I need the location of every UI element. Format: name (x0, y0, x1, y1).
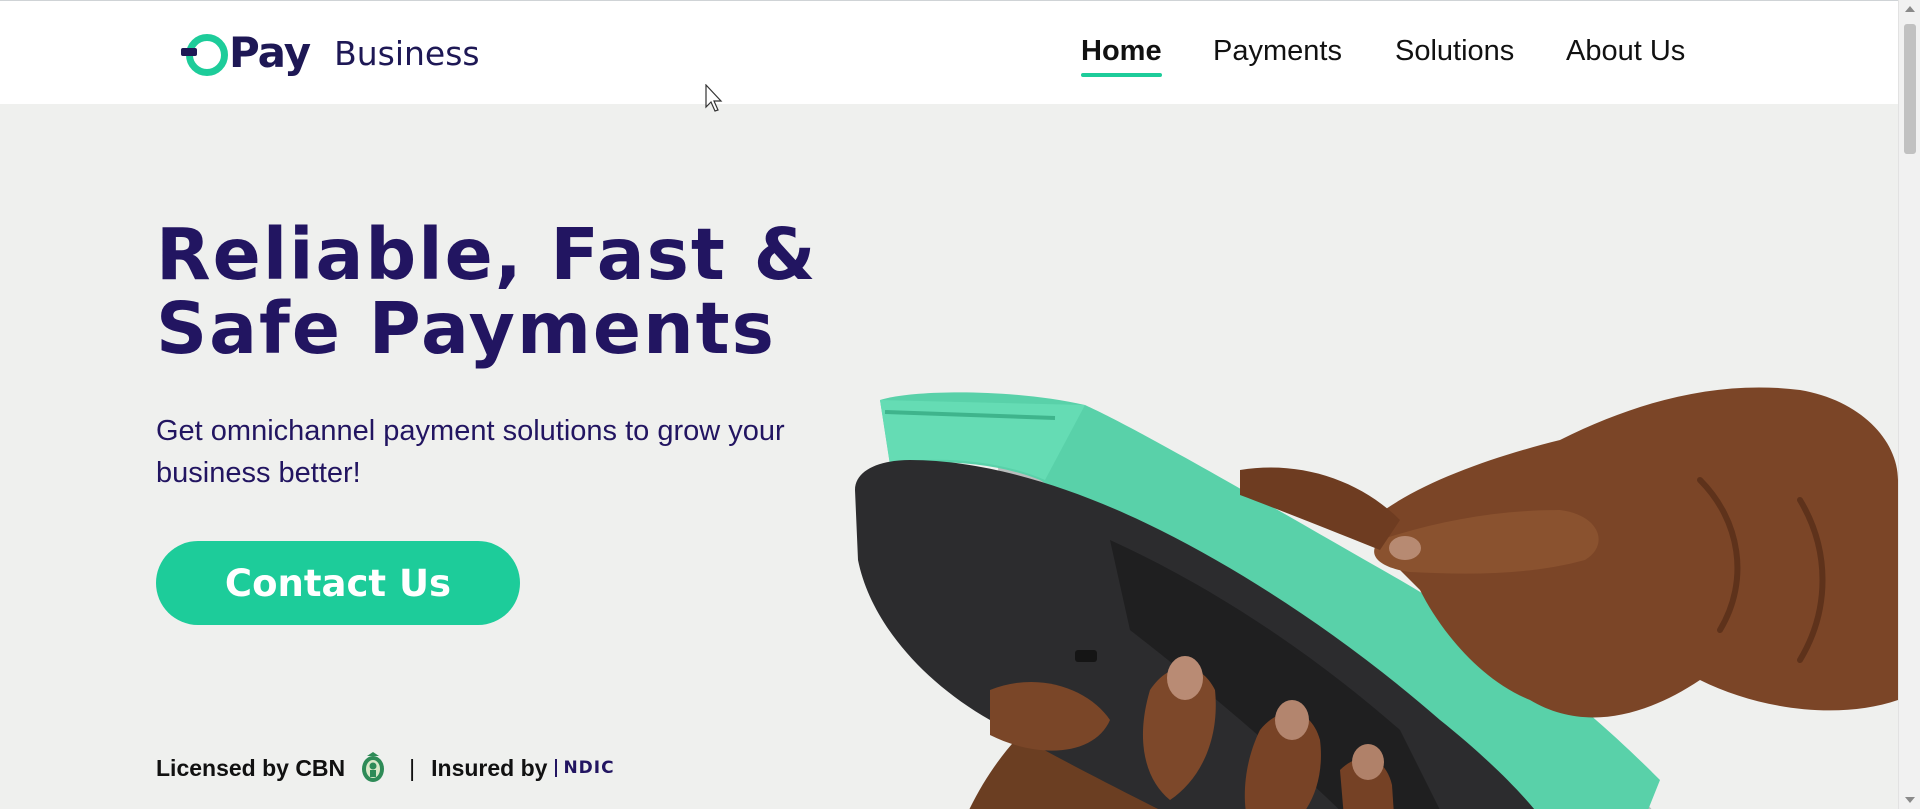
mouse-cursor-icon (705, 84, 723, 112)
page-scrollbar[interactable] (1898, 0, 1920, 809)
scroll-up-arrow-icon[interactable] (1905, 6, 1915, 12)
scrollbar-thumb[interactable] (1904, 24, 1916, 154)
opay-logo-icon (181, 31, 228, 76)
license-separator: | (409, 754, 416, 781)
hero-title: Reliable, Fast & Safe Payments (156, 218, 818, 366)
pos-terminal-hands-image (855, 387, 1898, 809)
cbn-seal-icon (362, 752, 385, 782)
nav-item-payments-label: Payments (1213, 35, 1342, 67)
nav-item-home-label: Home (1081, 35, 1162, 67)
nav-item-solutions-label: Solutions (1395, 35, 1515, 67)
nav-item-home[interactable]: Home (1081, 34, 1162, 77)
nav-active-underline (1081, 72, 1162, 77)
insured-by-text: Insured by (431, 754, 548, 781)
nav-item-about-us-label: About Us (1566, 35, 1686, 67)
nav-item-solutions[interactable]: Solutions (1395, 34, 1514, 69)
hero-title-line-2: Safe Payments (156, 287, 776, 370)
top-navigation-bar: Pay Business Home Payments Solutions Abo… (0, 0, 1898, 104)
ndic-logo-text: NDIC (563, 758, 615, 778)
hero-subtitle: Get omnichannel payment solutions to gro… (156, 415, 785, 489)
contact-us-button[interactable]: Contact Us (156, 541, 520, 625)
logo-suffix: Business (334, 33, 480, 73)
opay-business-logo[interactable]: Pay Business (181, 27, 480, 79)
ndic-logo-icon: NDIC (555, 758, 614, 778)
license-strip: Licensed by CBN | Insured by NDIC (156, 752, 615, 784)
hero-title-line-1: Reliable, Fast & (156, 213, 818, 296)
scroll-down-arrow-icon[interactable] (1905, 797, 1915, 803)
nav-item-about-us[interactable]: About Us (1566, 34, 1685, 69)
logo-wordmark: Pay (229, 28, 311, 77)
nav-item-payments[interactable]: Payments (1213, 34, 1342, 69)
licensed-by-cbn-text: Licensed by CBN (156, 754, 346, 781)
